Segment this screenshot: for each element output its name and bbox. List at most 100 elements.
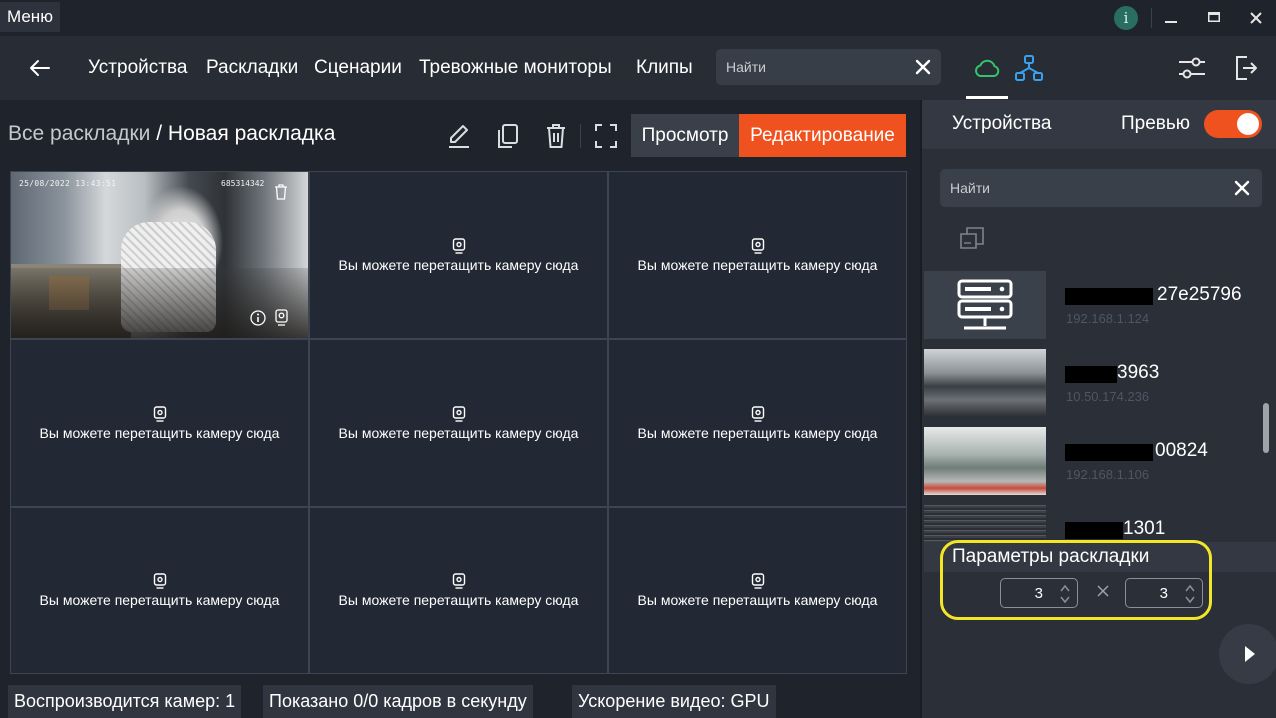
camera-icon bbox=[452, 573, 465, 589]
nav-layouts[interactable]: Раскладки bbox=[206, 57, 298, 79]
active-tab-indicator bbox=[966, 96, 1008, 99]
copy-icon[interactable] bbox=[495, 122, 521, 150]
camera-icon bbox=[452, 405, 465, 422]
collapse-panel-button[interactable] bbox=[1219, 624, 1276, 684]
fullscreen-icon[interactable] bbox=[593, 122, 619, 150]
nav-alarm-monitors[interactable]: Тревожные мониторы bbox=[419, 57, 612, 79]
redacted-name bbox=[1065, 444, 1153, 461]
rename-pencil-icon[interactable] bbox=[446, 122, 472, 150]
camera-icon bbox=[153, 573, 166, 589]
cloud-tab[interactable] bbox=[966, 36, 1008, 100]
camera-serial: 685314342 bbox=[221, 179, 265, 188]
remove-camera-icon[interactable] bbox=[274, 184, 288, 200]
layout-grid: 25/08/2022 13:43:51 685314342 Вы можете … bbox=[10, 171, 907, 674]
camera-tile[interactable]: 25/08/2022 13:43:51 685314342 bbox=[10, 171, 309, 339]
preview-label: Превью bbox=[1121, 113, 1191, 134]
device-item[interactable]: 3963 10.50.174.236 bbox=[924, 349, 1264, 417]
view-mode-button[interactable]: Просмотр bbox=[631, 114, 739, 157]
devices-search-input[interactable] bbox=[950, 169, 1220, 207]
play-arrow-icon bbox=[1245, 646, 1255, 662]
device-name: 27e25796 bbox=[1157, 284, 1242, 305]
minimize-button[interactable] bbox=[1157, 4, 1185, 32]
top-navigation: Устройства Раскладки Сценарии Тревожные … bbox=[0, 36, 1276, 100]
device-name: 3963 bbox=[1117, 362, 1160, 383]
minimize-icon bbox=[1165, 21, 1177, 23]
clear-search-icon[interactable] bbox=[913, 57, 933, 77]
devices-search bbox=[940, 169, 1262, 207]
close-icon bbox=[1250, 12, 1262, 24]
drop-hint: Вы можете перетащить камеру сюда bbox=[338, 592, 579, 608]
camera-info-icon[interactable] bbox=[250, 310, 266, 326]
status-acceleration: Ускорение видео: GPU bbox=[572, 685, 776, 718]
top-search bbox=[716, 49, 941, 85]
logout-icon[interactable] bbox=[1234, 54, 1258, 82]
network-icon[interactable] bbox=[1014, 54, 1044, 82]
device-item[interactable]: 00824 192.168.1.106 bbox=[924, 427, 1264, 495]
close-button[interactable] bbox=[1242, 4, 1270, 32]
device-thumbnail bbox=[924, 349, 1046, 417]
drop-hint: Вы можете перетащить камеру сюда bbox=[637, 592, 878, 608]
device-thumbnail bbox=[924, 427, 1046, 495]
status-fps: Показано 0/0 кадров в секунду bbox=[263, 685, 533, 718]
redacted-name bbox=[1065, 288, 1153, 305]
preview-toggle[interactable] bbox=[1204, 110, 1262, 138]
device-thumbnail bbox=[924, 505, 1046, 542]
breadcrumb: Все раскладки / Новая раскладка bbox=[8, 122, 335, 146]
camera-icon bbox=[153, 405, 166, 422]
title-bar: Меню i bbox=[0, 0, 1276, 36]
nav-devices[interactable]: Устройства bbox=[88, 57, 187, 79]
camera-icon bbox=[275, 309, 288, 326]
camera-icon bbox=[751, 405, 764, 422]
header-divider bbox=[580, 124, 581, 148]
trash-icon[interactable] bbox=[543, 122, 569, 150]
server-icon bbox=[957, 279, 1013, 330]
drop-hint: Вы можете перетащить камеру сюда bbox=[338, 256, 579, 273]
devices-panel-title: Устройства bbox=[952, 113, 1052, 134]
nav-scenarios[interactable]: Сценарии bbox=[314, 57, 402, 79]
menu-button[interactable]: Меню bbox=[0, 2, 60, 32]
device-ip: 192.168.1.124 bbox=[1066, 311, 1150, 326]
empty-tile[interactable]: Вы можете перетащить камеру сюда bbox=[10, 507, 309, 674]
edit-mode-button[interactable]: Редактирование bbox=[739, 114, 906, 157]
device-item[interactable]: 1301 bbox=[924, 505, 1264, 542]
maximize-button[interactable] bbox=[1200, 4, 1228, 32]
toggle-knob bbox=[1237, 113, 1259, 135]
drop-hint: Вы можете перетащить камеру сюда bbox=[39, 424, 280, 441]
empty-tile[interactable]: Вы можете перетащить камеру сюда bbox=[309, 339, 608, 507]
device-name: 1301 bbox=[1123, 518, 1166, 539]
arrow-left-icon bbox=[30, 60, 50, 76]
device-ip: 10.50.174.236 bbox=[1066, 389, 1150, 404]
empty-tile[interactable]: Вы можете перетащить камеру сюда bbox=[309, 507, 608, 674]
maximize-icon bbox=[1208, 12, 1220, 22]
drop-hint: Вы можете перетащить камеру сюда bbox=[338, 424, 579, 441]
device-thumbnail bbox=[924, 271, 1046, 339]
back-button[interactable] bbox=[28, 56, 52, 80]
empty-tile[interactable]: Вы можете перетащить камеру сюда bbox=[608, 507, 907, 674]
breadcrumb-current: Новая раскладка bbox=[167, 122, 336, 145]
settings-sliders-icon[interactable] bbox=[1177, 55, 1207, 81]
clear-search-icon[interactable] bbox=[1232, 178, 1252, 198]
camera-icon bbox=[452, 237, 465, 254]
drop-hint: Вы можете перетащить камеру сюда bbox=[637, 424, 878, 441]
devices-panel: Устройства Превью 27e25796 192.168.1.124 bbox=[920, 100, 1276, 718]
camera-icon bbox=[751, 237, 764, 254]
empty-tile[interactable]: Вы можете перетащить камеру сюда bbox=[10, 339, 309, 507]
empty-tile[interactable]: Вы можете перетащить камеру сюда bbox=[309, 171, 608, 339]
info-icon[interactable]: i bbox=[1114, 6, 1138, 30]
breadcrumb-all-layouts[interactable]: Все раскладки bbox=[8, 122, 150, 145]
empty-tile[interactable]: Вы можете перетащить камеру сюда bbox=[608, 171, 907, 339]
group-folder-icon[interactable] bbox=[958, 224, 988, 250]
status-cameras-playing: Воспроизводится камер: 1 bbox=[8, 685, 242, 718]
device-ip: 192.168.1.106 bbox=[1066, 467, 1150, 482]
devices-scrollbar[interactable] bbox=[1263, 403, 1269, 453]
top-search-input[interactable] bbox=[726, 49, 906, 85]
camera-icon bbox=[751, 573, 764, 589]
empty-tile[interactable]: Вы можете перетащить камеру сюда bbox=[608, 339, 907, 507]
devices-panel-header: Устройства Превью bbox=[922, 100, 1276, 149]
drop-hint: Вы можете перетащить камеру сюда bbox=[39, 592, 280, 608]
camera-timestamp: 25/08/2022 13:43:51 bbox=[19, 179, 117, 188]
device-name: 00824 bbox=[1155, 440, 1208, 461]
nav-clips[interactable]: Клипы bbox=[636, 57, 693, 79]
drop-hint: Вы можете перетащить камеру сюда bbox=[637, 256, 878, 273]
device-item[interactable]: 27e25796 192.168.1.124 bbox=[924, 271, 1264, 339]
